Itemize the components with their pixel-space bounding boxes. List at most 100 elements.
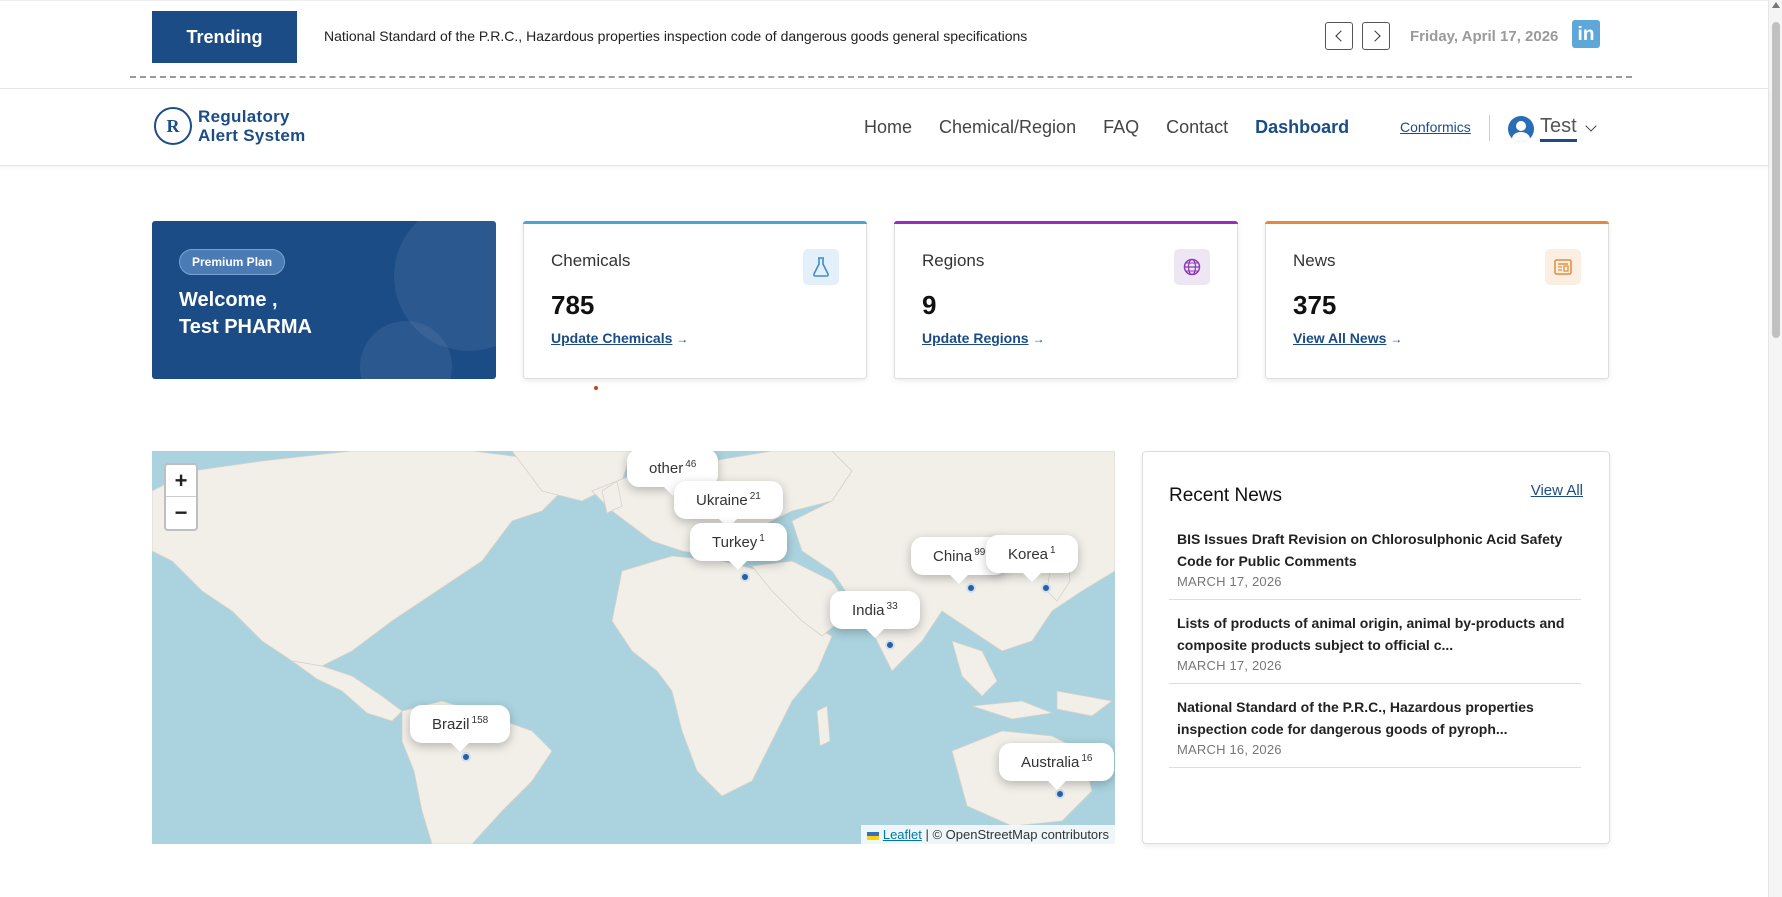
dashed-divider — [130, 76, 1632, 78]
popup-label: Turkey — [712, 534, 758, 551]
recent-news-panel: Recent News View All BIS Issues Draft Re… — [1142, 451, 1610, 844]
popup-label: China — [933, 548, 973, 565]
map-marker-india[interactable] — [885, 640, 895, 650]
arrow-right-icon: → — [1390, 332, 1403, 346]
update-regions-link[interactable]: Update Regions → — [922, 330, 1045, 346]
regions-card: Regions 9 Update Regions → — [894, 221, 1238, 379]
news-item[interactable]: Lists of products of animal origin, anim… — [1169, 612, 1581, 684]
card-accent-line — [1265, 221, 1609, 224]
nav-chemical-region[interactable]: Chemical/Region — [939, 117, 1076, 138]
ukraine-flag-icon — [866, 831, 879, 840]
popup-count: 99 — [974, 547, 986, 558]
map-popup[interactable]: Ukraine 21 — [674, 481, 783, 528]
world-map[interactable]: + − other 46 Ukraine 21 Turkey 1 China 99 Ko… — [152, 451, 1115, 844]
scrollbar-thumb[interactable] — [1772, 22, 1780, 338]
chemicals-label: Chemicals — [551, 251, 631, 270]
update-chemicals-link[interactable]: Update Chemicals → — [551, 330, 688, 346]
logo-text: Regulatory Alert System — [198, 107, 306, 145]
conformics-link[interactable]: Conformics — [1400, 119, 1471, 135]
nav-home[interactable]: Home — [864, 117, 912, 138]
map-marker-china[interactable] — [966, 583, 976, 593]
view-all-news-link[interactable]: View All News → — [1293, 330, 1402, 346]
map-attribution: Leaflet | © OpenStreetMap contributors — [860, 825, 1115, 844]
zoom-control: + − — [164, 463, 198, 531]
recent-news-title: Recent News — [1169, 485, 1282, 506]
news-count: 375 — [1293, 290, 1337, 320]
popup-count: 16 — [1081, 753, 1093, 764]
site-logo[interactable]: R Regulatory Alert System — [154, 107, 306, 145]
main-header: R Regulatory Alert System Home Chemical/… — [0, 88, 1768, 166]
news-item[interactable]: BIS Issues Draft Revision on Chlorosulph… — [1169, 528, 1581, 600]
trending-prev-button[interactable] — [1325, 22, 1353, 50]
popup-label: India — [852, 602, 885, 619]
trending-headline[interactable]: National Standard of the P.R.C., Hazardo… — [324, 28, 1027, 44]
logo-line-2: Alert System — [198, 126, 306, 145]
trending-bar: Trending National Standard of the P.R.C.… — [0, 0, 1768, 78]
popup-label: Brazil — [432, 716, 470, 733]
map-marker-brazil[interactable] — [461, 752, 471, 762]
user-name: Test — [1540, 115, 1577, 142]
user-avatar-icon — [1508, 115, 1534, 142]
news-item-title[interactable]: Lists of products of animal origin, anim… — [1177, 612, 1573, 656]
map-marker-australia[interactable] — [1055, 789, 1065, 799]
popup-count: 46 — [685, 459, 697, 470]
popup-label: Korea — [1008, 546, 1049, 563]
view-all-news-button[interactable]: View All — [1531, 482, 1583, 499]
news-item-title[interactable]: BIS Issues Draft Revision on Chlorosulph… — [1177, 528, 1573, 572]
nav-faq[interactable]: FAQ — [1103, 117, 1139, 138]
regions-count: 9 — [922, 290, 937, 320]
map-land-layer — [152, 451, 1115, 844]
welcome-card: Premium Plan Welcome , Test PHARMA — [152, 221, 496, 379]
leaflet-link[interactable]: Leaflet — [883, 827, 922, 842]
map-popup[interactable]: Turkey 1 — [690, 523, 787, 570]
news-item[interactable]: National Standard of the P.R.C., Hazardo… — [1169, 696, 1581, 768]
flask-icon — [803, 249, 839, 285]
news-item-date: MARCH 17, 2026 — [1177, 658, 1282, 673]
header-divider — [1489, 115, 1490, 141]
card-accent-line — [523, 221, 867, 224]
news-item-title[interactable]: National Standard of the P.R.C., Hazardo… — [1177, 696, 1573, 740]
main-nav: Home Chemical/Region FAQ Contact Dashboa… — [864, 117, 1376, 138]
carousel-indicator-dot[interactable] — [594, 386, 598, 390]
arrow-right-icon: → — [676, 332, 689, 346]
view-all-news-label: View All News — [1293, 330, 1387, 346]
nav-contact[interactable]: Contact — [1166, 117, 1228, 138]
news-item-date: MARCH 17, 2026 — [1177, 574, 1282, 589]
map-popup[interactable]: Brazil 158 — [410, 705, 511, 752]
popup-label: Ukraine — [696, 492, 748, 509]
chemicals-count: 785 — [551, 290, 595, 320]
linkedin-icon[interactable]: in — [1572, 20, 1600, 48]
chevron-down-icon — [1585, 120, 1597, 132]
welcome-user-name: Test PHARMA — [179, 316, 312, 338]
trending-next-button[interactable] — [1362, 22, 1390, 50]
logo-mark-icon: R — [154, 107, 192, 145]
update-chemicals-label: Update Chemicals — [551, 330, 673, 346]
osm-attribution: | © OpenStreetMap contributors — [921, 827, 1110, 842]
popup-count: 1 — [1050, 545, 1056, 556]
trending-badge: Trending — [152, 11, 297, 63]
welcome-title: Welcome , Test PHARMA — [179, 287, 312, 341]
page-scrollbar[interactable] — [1768, 0, 1782, 897]
news-item-date: MARCH 16, 2026 — [1177, 742, 1282, 757]
news-label: News — [1293, 251, 1336, 270]
newspaper-icon — [1545, 249, 1581, 285]
popup-count: 1 — [759, 533, 765, 544]
zoom-out-button[interactable]: − — [166, 497, 196, 529]
logo-line-1: Regulatory — [198, 107, 290, 126]
news-card: News 375 View All News → — [1265, 221, 1609, 379]
nav-dashboard[interactable]: Dashboard — [1255, 117, 1349, 138]
zoom-in-button[interactable]: + — [166, 465, 196, 497]
map-popup[interactable]: Korea 1 — [986, 535, 1078, 582]
welcome-line-1: Welcome , — [179, 289, 278, 311]
chevron-right-icon — [1368, 30, 1381, 42]
popup-count: 158 — [471, 715, 489, 726]
map-marker-korea[interactable] — [1041, 583, 1051, 593]
popup-count: 21 — [749, 491, 761, 502]
map-popup[interactable]: India 33 — [830, 591, 920, 638]
user-menu[interactable]: Test — [1508, 115, 1597, 142]
map-popup[interactable]: Australia 16 — [999, 743, 1115, 790]
scroll-up-arrow-icon[interactable] — [1772, 2, 1780, 8]
plan-badge: Premium Plan — [179, 249, 286, 275]
card-accent-line — [894, 221, 1238, 224]
map-marker-turkey[interactable] — [740, 572, 750, 582]
